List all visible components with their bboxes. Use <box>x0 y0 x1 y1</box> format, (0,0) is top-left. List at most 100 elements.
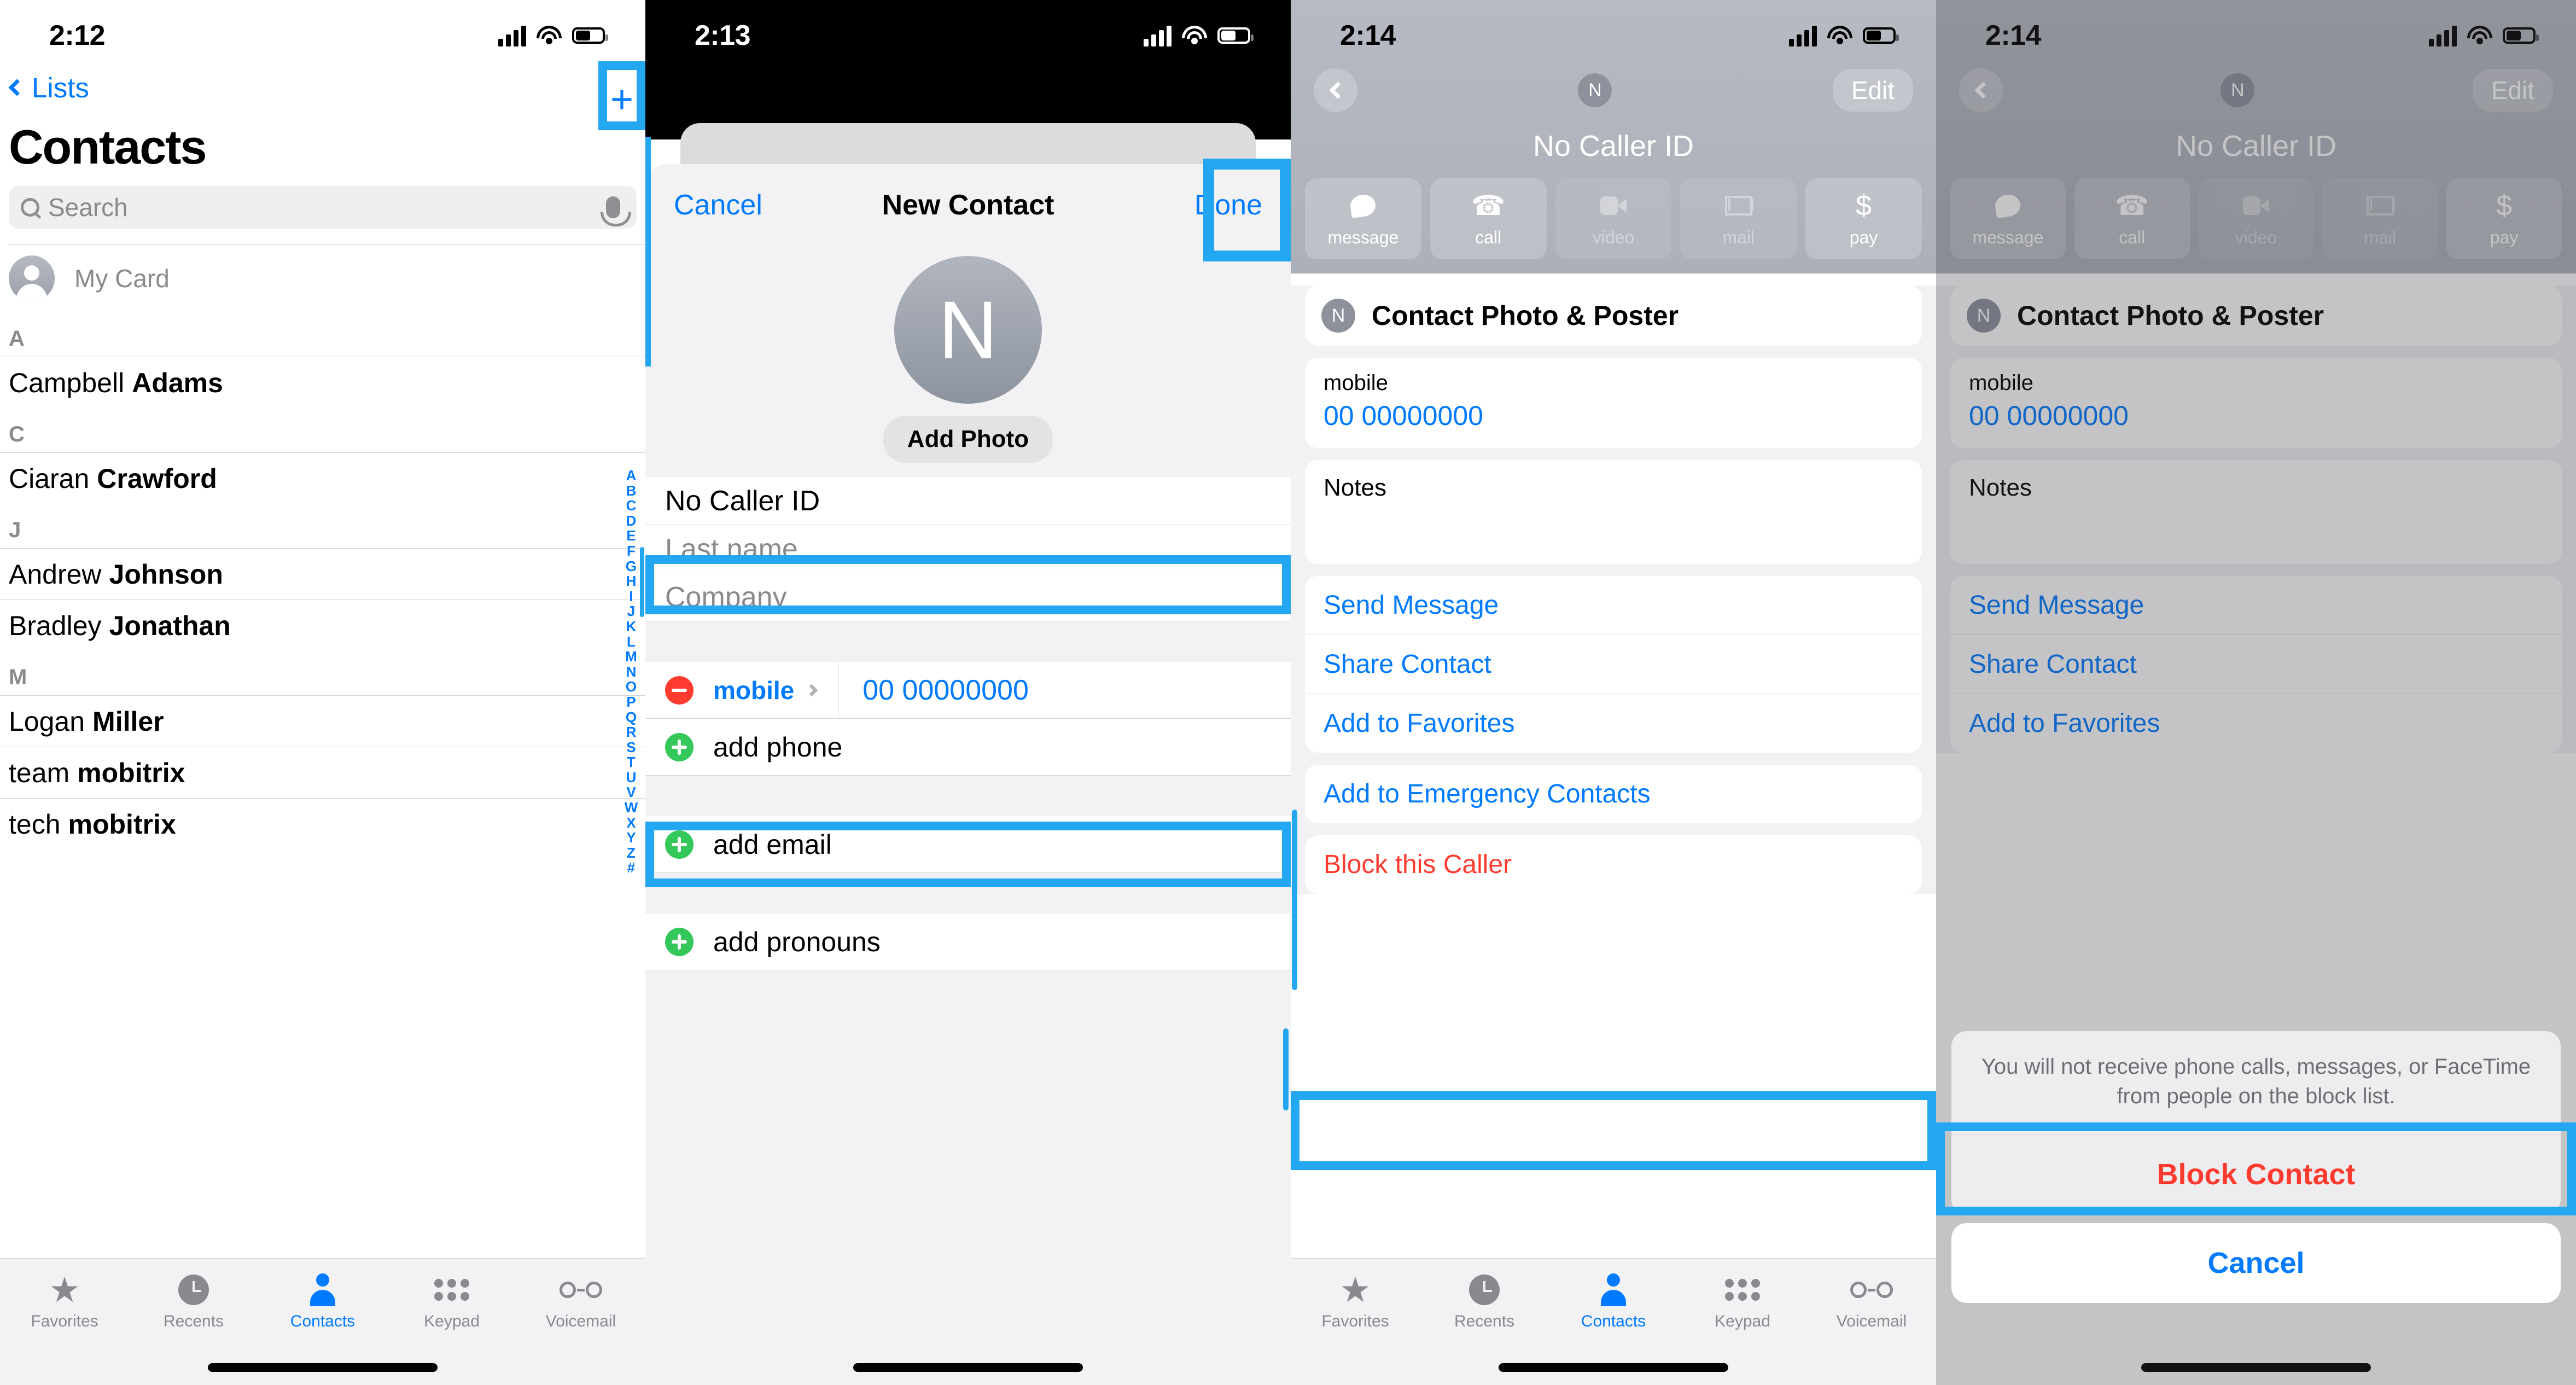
scrollbar-thumb[interactable] <box>1283 1028 1289 1110</box>
add-to-favorites-link[interactable]: Add to Favorites <box>1305 694 1922 753</box>
action-message[interactable]: message <box>1305 178 1421 259</box>
index-letter[interactable]: Y <box>626 830 636 846</box>
tab-voicemail[interactable]: Voicemail <box>516 1273 645 1331</box>
tab-voicemail[interactable]: Voicemail <box>1807 1273 1936 1331</box>
index-letter[interactable]: G <box>626 558 637 574</box>
phone-number[interactable]: 00 00000000 <box>1324 400 1903 432</box>
phone-label[interactable]: mobile <box>713 676 794 705</box>
index-letter[interactable]: L <box>627 634 636 650</box>
index-letter[interactable]: U <box>626 770 637 785</box>
table-row[interactable]: Campbell Adams <box>0 357 645 408</box>
search-bar[interactable]: Search <box>9 186 637 229</box>
first-name-highlight <box>645 555 1291 614</box>
index-letter[interactable]: V <box>626 785 636 800</box>
index-letter[interactable]: K <box>626 619 637 635</box>
table-row[interactable]: Bradley Jonathan <box>0 600 645 651</box>
send-message-link[interactable]: Send Message <box>1305 576 1922 635</box>
phone-number-input[interactable]: 00 00000000 <box>862 674 1029 707</box>
my-card-label: My Card <box>74 264 170 293</box>
index-letter[interactable]: A <box>626 468 637 484</box>
tab-contacts[interactable]: Contacts <box>1549 1273 1678 1331</box>
index-letter[interactable]: M <box>625 649 637 665</box>
cancel-button[interactable]: Cancel <box>1951 1223 2561 1303</box>
back-button[interactable] <box>1314 68 1357 112</box>
tab-keypad[interactable]: Keypad <box>1678 1273 1807 1331</box>
wifi-icon <box>1827 26 1853 45</box>
table-row[interactable]: Andrew Johnson <box>0 548 645 600</box>
index-letter[interactable]: B <box>626 483 637 499</box>
section-header-j: J <box>9 518 21 542</box>
action-call[interactable]: ☎ call <box>1430 178 1547 259</box>
phone-card[interactable]: mobile 00 00000000 <box>1305 358 1922 448</box>
microphone-icon[interactable] <box>601 196 631 226</box>
table-row[interactable]: Ciaran Crawford <box>0 452 645 504</box>
index-letter[interactable]: E <box>626 528 636 544</box>
action-pay[interactable]: $ pay <box>1805 178 1922 259</box>
index-letter[interactable]: W <box>625 800 638 816</box>
section-header-m: M <box>9 665 27 689</box>
panel-contact-detail: 2:14 N Edit No Caller ID message ☎ call … <box>1291 0 1936 1385</box>
share-contact-link[interactable]: Share Contact <box>1305 635 1922 694</box>
scrollbar-thumb[interactable] <box>640 547 644 617</box>
index-letter[interactable]: X <box>626 815 636 831</box>
sheet-nav-bar: Cancel New Contact Done <box>645 164 1291 246</box>
contact-last-name: Miller <box>92 706 164 737</box>
table-row[interactable]: Logan Miller <box>0 695 645 747</box>
index-letter[interactable]: D <box>626 513 637 529</box>
index-letter[interactable]: O <box>626 679 637 695</box>
contact-first-name: Ciaran <box>9 463 90 494</box>
back-label: Lists <box>32 72 89 103</box>
index-letter[interactable]: T <box>627 755 636 770</box>
block-this-caller-link[interactable]: Block this Caller <box>1305 835 1922 894</box>
section-gap <box>645 621 1291 662</box>
add-to-emergency-contacts-link[interactable]: Add to Emergency Contacts <box>1305 765 1922 823</box>
alphabet-index[interactable]: A B C D E F G H I J K L M N O P Q R S T U V W X Y Z # <box>620 468 642 876</box>
contact-last-name: mobitrix <box>77 757 185 788</box>
tab-recents[interactable]: Recents <box>1420 1273 1549 1331</box>
index-letter[interactable]: R <box>626 724 637 740</box>
my-card-row[interactable]: My Card <box>0 245 645 312</box>
cancel-button[interactable]: Cancel <box>674 189 762 222</box>
person-icon <box>310 1273 336 1306</box>
clock-icon <box>178 1275 209 1305</box>
phone-row[interactable]: mobile 00 00000000 <box>645 661 1291 719</box>
tab-favorites[interactable]: Favorites <box>0 1273 129 1331</box>
notes-card[interactable]: Notes <box>1305 460 1922 564</box>
index-letter[interactable]: F <box>627 543 636 559</box>
search-input[interactable]: Search <box>48 193 606 222</box>
index-letter[interactable]: C <box>626 498 637 514</box>
status-bar: 2:14 <box>1291 0 1936 60</box>
tab-bar: Favorites Recents Contacts Keypad Voicem… <box>1291 1258 1936 1385</box>
table-row[interactable]: tech mobitrix <box>0 798 645 849</box>
add-pronouns-row[interactable]: add pronouns <box>645 913 1291 970</box>
index-letter[interactable]: S <box>626 740 636 755</box>
add-photo-button[interactable]: Add Photo <box>883 416 1053 463</box>
status-indicators <box>498 25 608 46</box>
table-row[interactable]: team mobitrix <box>0 747 645 798</box>
index-letter[interactable]: I <box>629 589 633 604</box>
index-letter[interactable]: J <box>627 604 635 619</box>
action-video: video <box>1555 178 1672 259</box>
tab-favorites[interactable]: Favorites <box>1291 1273 1420 1331</box>
dimmed-backdrop: 2:13 <box>645 0 1291 189</box>
add-pronouns-label: add pronouns <box>713 926 881 957</box>
tab-recents[interactable]: Recents <box>129 1273 258 1331</box>
tab-label: Favorites <box>31 1312 98 1330</box>
contact-photo-poster-card[interactable]: N Contact Photo & Poster <box>1305 286 1922 346</box>
add-contact-button[interactable]: + <box>610 80 633 119</box>
scrollbar-thumb[interactable] <box>1292 810 1297 990</box>
index-letter[interactable]: Q <box>626 709 637 725</box>
tab-keypad[interactable]: Keypad <box>387 1273 516 1331</box>
index-letter[interactable]: P <box>626 694 636 710</box>
remove-field-icon[interactable] <box>665 676 693 705</box>
tab-label: Contacts <box>290 1312 355 1330</box>
index-letter[interactable]: H <box>626 574 637 589</box>
first-name-input[interactable]: No Caller ID <box>645 477 1291 525</box>
edit-button[interactable]: Edit <box>1832 69 1913 112</box>
index-letter[interactable]: Z <box>627 845 636 861</box>
index-letter[interactable]: N <box>626 664 637 680</box>
back-to-lists-button[interactable]: Lists <box>0 72 89 104</box>
index-letter[interactable]: # <box>627 860 635 876</box>
add-phone-row[interactable]: add phone <box>645 719 1291 776</box>
tab-contacts[interactable]: Contacts <box>258 1273 387 1331</box>
